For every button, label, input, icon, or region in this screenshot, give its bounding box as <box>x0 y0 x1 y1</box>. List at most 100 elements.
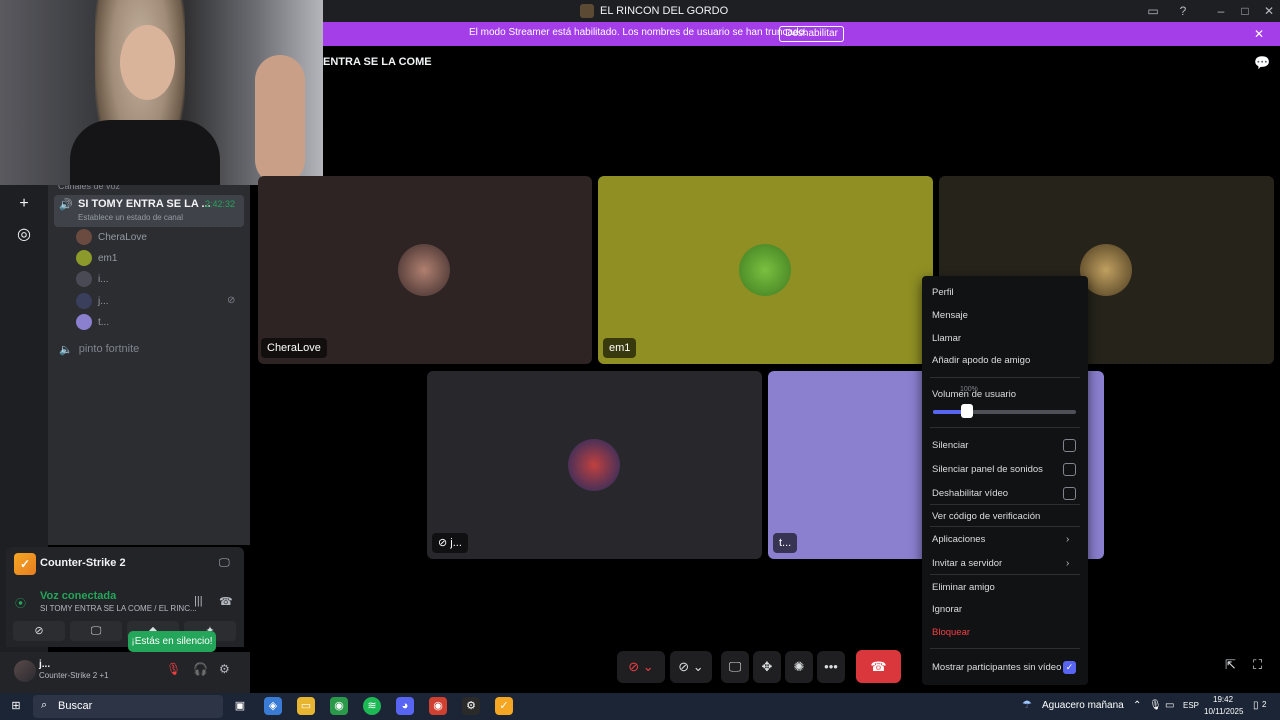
chevron-up-icon[interactable]: ⌃ <box>1133 700 1141 711</box>
task-view-icon[interactable]: ▣ <box>231 697 249 715</box>
avatar <box>568 439 620 491</box>
discover-icon[interactable]: ◎ <box>12 223 36 247</box>
weather-icon[interactable]: ☂ <box>1022 698 1032 711</box>
chrome-icon[interactable]: ◉ <box>330 697 348 715</box>
disable-video-checkbox[interactable] <box>1063 487 1076 500</box>
user-panel <box>0 652 250 693</box>
gear-icon[interactable]: ⚙ <box>219 662 230 676</box>
volume-label: Volumen de usuario <box>932 389 1016 400</box>
mic-muted-icon[interactable]: 🎙 <box>166 662 181 676</box>
video-tile[interactable]: em1 <box>598 176 933 364</box>
divider <box>930 526 1080 527</box>
disable-streamer-button[interactable]: Deshabilitar <box>779 26 844 42</box>
avatar <box>76 314 92 330</box>
server-icon <box>580 4 594 18</box>
menu-item-block[interactable]: Bloquear <box>932 627 970 638</box>
video-tile[interactable]: ⊘ j... <box>427 371 762 559</box>
notification-count: 2 <box>1262 700 1267 709</box>
speaker-icon: 🔈 <box>59 344 73 356</box>
file-explorer-icon[interactable]: ▭ <box>297 697 315 715</box>
discord-icon[interactable]: ◕ <box>396 697 414 715</box>
voice-member[interactable]: em1 <box>76 249 117 267</box>
webcam-overlay <box>0 0 323 185</box>
window-title: EL RINCON DEL GORDO <box>580 3 728 19</box>
menu-item-disable-video[interactable]: Deshabilitar vídeo <box>932 488 1008 499</box>
voice-member[interactable]: t... <box>76 313 109 331</box>
minimize-button[interactable]: – <box>1213 3 1229 19</box>
activities-button[interactable]: ✥ <box>753 651 781 683</box>
avatar <box>398 244 450 296</box>
mute-soundboard-checkbox[interactable] <box>1063 463 1076 476</box>
voice-channel-name: SI TOMY ENTRA SE LA ... <box>78 198 211 210</box>
voice-member[interactable]: i... <box>76 270 109 288</box>
menu-item-ignore[interactable]: Ignorar <box>932 604 962 615</box>
notifications-icon[interactable]: ▯ <box>1253 700 1259 711</box>
menu-item-remove-friend[interactable]: Eliminar amigo <box>932 582 995 593</box>
divider <box>930 504 1080 505</box>
avatar <box>739 244 791 296</box>
soundboard-button[interactable]: ✺ <box>785 651 813 683</box>
avatar <box>76 250 92 266</box>
fullscreen-icon[interactable]: ⛶ <box>1253 657 1262 673</box>
chat-icon[interactable]: 💬 <box>1254 55 1270 71</box>
volume-handle[interactable] <box>961 404 974 418</box>
close-window-button[interactable]: ✕ <box>1261 3 1277 19</box>
language[interactable]: ESP <box>1183 701 1199 710</box>
call-duration: 2:42:32 <box>205 199 236 209</box>
cs2-icon[interactable]: ✓ <box>495 697 513 715</box>
popout-icon[interactable]: ⇱ <box>1225 657 1236 673</box>
menu-item-show-no-video[interactable]: Mostrar participantes sin vídeo <box>932 662 1061 673</box>
menu-item-mute[interactable]: Silenciar <box>932 440 968 451</box>
voice-connected: Voz conectada <box>40 590 117 602</box>
menu-item-mute-soundboard[interactable]: Silenciar panel de sonidos <box>932 464 1043 475</box>
video-tile[interactable]: CheraLove <box>258 176 592 364</box>
help-icon[interactable]: ? <box>1175 3 1191 19</box>
muted-tooltip: ¡Estás en silencio! <box>128 631 216 652</box>
voice-member[interactable]: CheraLove <box>76 228 147 246</box>
windows-start-icon[interactable]: ⊞ <box>7 697 25 715</box>
spotify-icon[interactable]: ≋ <box>363 697 381 715</box>
chevron-right-icon: › <box>1066 534 1070 545</box>
screen-share-button[interactable]: 🖵 <box>721 651 749 683</box>
maximize-button[interactable]: □ <box>1237 3 1253 19</box>
network-icon[interactable]: ▭ <box>1165 700 1174 711</box>
avatar[interactable] <box>14 660 36 682</box>
stage-title: ENTRA SE LA COME <box>323 56 432 68</box>
clock-date[interactable]: 10/11/2025 <box>1204 707 1243 716</box>
menu-item-message[interactable]: Mensaje <box>932 310 968 321</box>
mic-toggle-button[interactable]: ⊘ ⌄ <box>617 651 665 683</box>
menu-item-call[interactable]: Llamar <box>932 333 961 344</box>
copilot-icon[interactable]: ◈ <box>264 697 282 715</box>
steam-icon[interactable]: ⚙ <box>462 697 480 715</box>
microphone-icon[interactable]: 🎙 <box>1149 700 1162 711</box>
voice-channel-path[interactable]: SI TOMY ENTRA SE LA COME / EL RINC... <box>40 604 197 613</box>
headphones-icon[interactable]: 🎧 <box>193 662 208 676</box>
menu-item-profile[interactable]: Perfil <box>932 287 954 298</box>
weather-text[interactable]: Aguacero mañana <box>1042 700 1124 711</box>
camera-button[interactable]: ⊘ <box>13 621 65 641</box>
noise-suppression-icon[interactable]: ||| <box>194 595 203 607</box>
show-no-video-checkbox[interactable]: ✓ <box>1063 661 1076 674</box>
inbox-icon[interactable]: ▭ <box>1145 3 1161 19</box>
mute-checkbox[interactable] <box>1063 439 1076 452</box>
signal-icon[interactable]: ⦿ <box>15 595 26 611</box>
hang-up-button[interactable]: ☎ <box>856 650 901 683</box>
menu-item-invite[interactable]: Invitar a servidor <box>932 558 1002 569</box>
menu-item-verification[interactable]: Ver código de verificación <box>932 511 1040 522</box>
avatar <box>76 271 92 287</box>
clock-time[interactable]: 19:42 <box>1213 695 1233 704</box>
voice-channel-pinto[interactable]: 🔈 pinto fortnite <box>59 343 139 356</box>
add-server-icon[interactable]: + <box>12 192 36 216</box>
screen-share-button[interactable]: 🖵 <box>70 621 122 641</box>
menu-item-nickname[interactable]: Añadir apodo de amigo <box>932 355 1030 366</box>
more-icon[interactable]: ••• <box>817 651 845 683</box>
screen-share-icon[interactable]: 🖵 <box>219 557 230 570</box>
voice-member[interactable]: j... <box>76 292 109 310</box>
disconnect-icon[interactable]: ☎ <box>219 595 233 608</box>
chrome-alt-icon[interactable]: ◉ <box>429 697 447 715</box>
channel-status[interactable]: Establece un estado de canal <box>78 213 183 222</box>
divider <box>930 648 1080 649</box>
close-icon[interactable]: ✕ <box>1254 27 1264 41</box>
camera-toggle-button[interactable]: ⊘ ⌄ <box>670 651 712 683</box>
menu-item-apps[interactable]: Aplicaciones <box>932 534 985 545</box>
